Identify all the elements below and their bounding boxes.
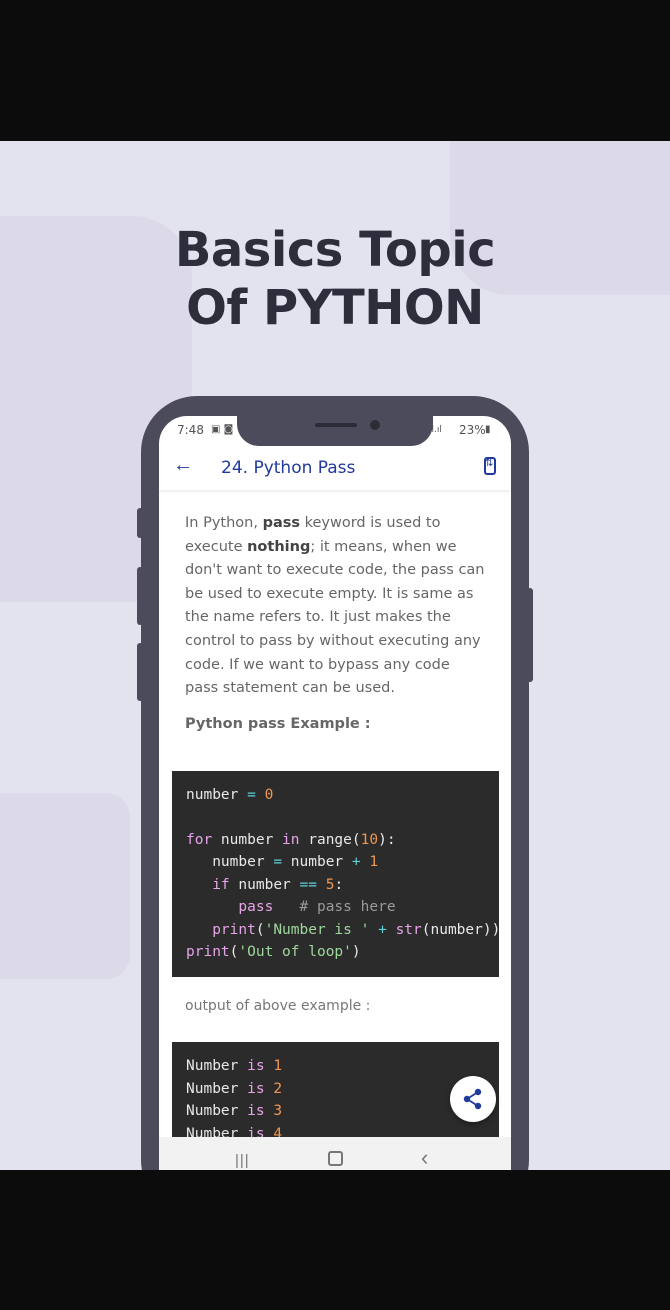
code-line: number = 0	[186, 787, 274, 803]
share-button[interactable]	[450, 1076, 496, 1122]
keyword-pass: pass	[262, 515, 300, 531]
description-paragraph: In Python, pass keyword is used to execu…	[185, 512, 485, 701]
status-time: 7:48	[177, 423, 204, 437]
output-line: Number is 4	[186, 1126, 283, 1137]
code-line: if number == 5:	[212, 877, 344, 893]
keyword-nothing: nothing	[247, 538, 311, 555]
bg-shape	[0, 793, 130, 979]
app-bar: ← 24. Python Pass	[159, 446, 511, 490]
home-icon[interactable]	[328, 1151, 343, 1166]
share-icon	[463, 1088, 482, 1110]
camera	[370, 420, 380, 430]
letterbox-bottom	[0, 1170, 670, 1310]
promo-banner: Basics Topic Of PYTHON 7:48 ▣ ◙ ıl.ıl 23…	[0, 141, 670, 1170]
phone-screen: 7:48 ▣ ◙ ıl.ıl 23% ▮ ← 24. Python Pass I…	[159, 416, 511, 1170]
para-text: In Python,	[185, 515, 263, 531]
phone-mockup: 7:48 ▣ ◙ ıl.ıl 23% ▮ ← 24. Python Pass I…	[141, 396, 529, 1170]
output-line: Number is 3	[186, 1103, 283, 1119]
letterbox-top	[0, 0, 670, 141]
para-text: ; it means, when we don't want to execut…	[185, 538, 485, 697]
phone-notch	[237, 416, 433, 446]
battery-percent: 23%	[459, 423, 486, 437]
code-line: pass # pass here	[238, 899, 396, 915]
arrow-left-icon[interactable]: ←	[173, 454, 193, 477]
output-label: output of above example :	[185, 998, 371, 1014]
recents-icon[interactable]: |||	[235, 1152, 250, 1169]
headline-line-2: Of PYTHON	[186, 280, 484, 336]
screen-rotation-icon[interactable]	[484, 457, 496, 475]
code-line: print('Out of loop')	[186, 944, 361, 960]
code-line: number = number + 1	[186, 854, 379, 870]
headline-line-1: Basics Topic	[174, 222, 496, 278]
code-block: number = 0 for number in range(10): numb…	[172, 771, 499, 977]
back-nav-icon[interactable]: ‹	[421, 1145, 428, 1170]
battery-icon: ▮	[485, 424, 491, 435]
output-line: Number is 2	[186, 1081, 283, 1097]
code-line: print('Number is ' + str(number))	[212, 922, 499, 938]
system-nav-bar: ||| ‹	[159, 1137, 511, 1170]
banner-headline: Basics Topic Of PYTHON	[0, 221, 670, 337]
speaker	[315, 423, 357, 427]
notification-icons: ▣ ◙	[211, 424, 234, 435]
example-heading: Python pass Example :	[185, 716, 371, 732]
code-line: for number in range(10):	[186, 832, 396, 848]
page-title: 24. Python Pass	[221, 458, 356, 478]
output-line: Number is 1	[186, 1058, 283, 1074]
